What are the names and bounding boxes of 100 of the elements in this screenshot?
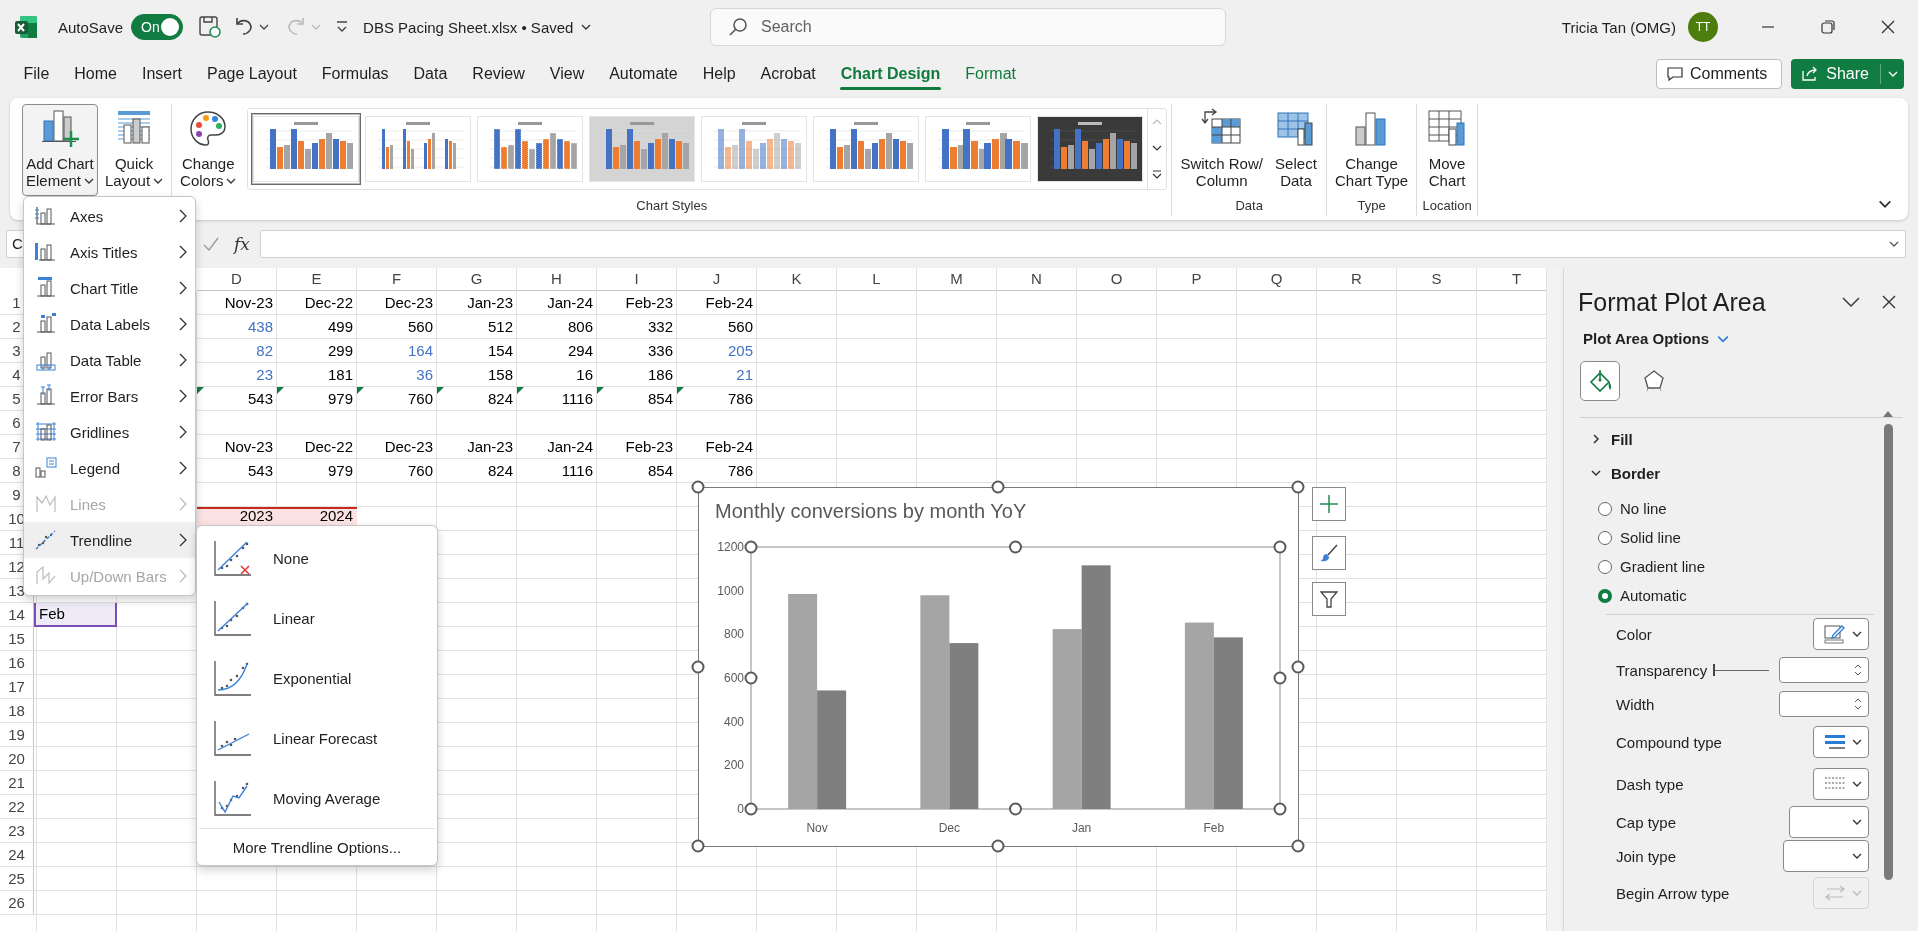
ribbon-tab[interactable]: Format [952, 56, 1029, 92]
ribbon-tab[interactable]: View [537, 56, 597, 92]
chart-styles-button[interactable] [1312, 536, 1346, 570]
vertical-scrollbar[interactable] [1546, 268, 1560, 931]
color-picker[interactable] [1813, 618, 1869, 650]
compound-type-picker[interactable] [1813, 726, 1869, 758]
resize-handle[interactable] [1273, 802, 1287, 816]
radio-circle[interactable] [1598, 530, 1612, 545]
menu-item[interactable]: Linear Forecast [197, 708, 437, 768]
ribbon-tab[interactable]: Page Layout [194, 56, 310, 92]
section-header[interactable]: Border [1564, 456, 1661, 490]
chart-style-thumbnail[interactable] [699, 113, 810, 185]
ribbon-button[interactable]: Move Chart [1421, 104, 1474, 196]
resize-handle[interactable] [991, 839, 1005, 853]
ribbon-button[interactable]: Switch Row/ Column [1176, 104, 1267, 196]
resize-handle[interactable] [1291, 839, 1305, 853]
spin-field[interactable] [1779, 691, 1869, 717]
share-button[interactable]: Share [1791, 59, 1904, 89]
radio-circle[interactable] [1598, 559, 1612, 574]
dropdown-field[interactable] [1783, 840, 1869, 872]
save-icon[interactable] [197, 14, 224, 40]
resize-handle[interactable] [991, 480, 1005, 494]
excel-logo-icon[interactable] [14, 15, 38, 39]
document-title[interactable]: DBS Pacing Sheet.xlsx • Saved [363, 18, 592, 36]
menu-item[interactable]: Axes [24, 198, 195, 234]
formula-input[interactable] [259, 230, 1906, 258]
options-dropdown[interactable]: Plot Area Options [1583, 330, 1730, 347]
ribbon-tab[interactable]: Review [459, 56, 538, 92]
ribbon-tab[interactable]: Home [61, 56, 130, 92]
chart-elements-button[interactable] [1312, 487, 1346, 521]
menu-item[interactable]: Moving Average [197, 768, 437, 828]
resize-handle[interactable] [744, 671, 758, 685]
menu-item[interactable]: Exponential [197, 648, 437, 708]
search-field[interactable]: Search [710, 8, 1226, 46]
close-icon[interactable] [1881, 20, 1895, 34]
spin-field[interactable] [1779, 657, 1869, 683]
chart-style-thumbnail[interactable] [251, 113, 362, 185]
chart-style-thumbnail[interactable] [363, 113, 474, 185]
ribbon-tab[interactable]: Data [401, 56, 460, 92]
chart-filters-button[interactable] [1312, 582, 1346, 616]
ribbon-button[interactable]: Change Colors [176, 104, 241, 196]
resize-handle[interactable] [744, 802, 758, 816]
menu-item[interactable]: Linear [197, 588, 437, 648]
scroll-down-icon[interactable] [1152, 145, 1163, 151]
ribbon-button[interactable]: Select Data [1269, 104, 1322, 196]
chart-style-thumbnail[interactable] [1035, 113, 1146, 185]
resize-handle[interactable] [744, 540, 758, 554]
menu-item[interactable]: Trendline [24, 522, 195, 558]
customize-toolbar-icon[interactable] [335, 20, 350, 34]
menu-item[interactable]: More Trendline Options... [197, 829, 437, 865]
resize-handle[interactable] [1009, 540, 1022, 554]
resize-handle[interactable] [1273, 540, 1287, 554]
bar[interactable] [817, 690, 847, 809]
radio-circle[interactable] [1598, 501, 1612, 516]
close-pane-button[interactable] [1882, 295, 1896, 309]
radio-option[interactable]: Solid line [1564, 523, 1681, 552]
check-icon[interactable] [202, 236, 220, 252]
radio-circle[interactable] [1598, 588, 1612, 603]
chart-style-thumbnail[interactable] [587, 113, 698, 185]
ribbon-button[interactable]: Change Chart Type [1330, 104, 1413, 196]
chart-style-thumbnail[interactable] [923, 113, 1034, 185]
resize-handle[interactable] [691, 660, 705, 674]
chart-title[interactable]: Monthly conversions by month YoY [715, 500, 1027, 522]
ribbon-tab[interactable]: Automate [596, 56, 691, 92]
ribbon-button[interactable]: Add Chart Element [22, 104, 99, 196]
more-styles-icon[interactable] [1152, 169, 1163, 179]
resize-handle[interactable] [691, 839, 705, 853]
user-avatar[interactable]: TT [1688, 12, 1718, 42]
ribbon-tab[interactable]: Help [690, 56, 749, 92]
bar[interactable] [949, 643, 979, 809]
radio-option[interactable]: Gradient line [1564, 552, 1706, 581]
ribbon-tab[interactable]: Insert [129, 56, 195, 92]
resize-handle[interactable] [1009, 802, 1022, 816]
comments-button[interactable]: Comments [1655, 59, 1783, 89]
radio-option[interactable]: No line [1564, 494, 1667, 523]
resize-handle[interactable] [691, 480, 705, 494]
radio-option[interactable]: Automatic [1564, 581, 1687, 610]
dropdown-field[interactable] [1789, 806, 1869, 838]
restore-icon[interactable] [1821, 20, 1835, 34]
autosave-toggle[interactable]: On [131, 14, 184, 40]
insert-function-button[interactable]: fx [234, 234, 250, 254]
resize-handle[interactable] [1273, 671, 1287, 685]
chart-style-thumbnail[interactable] [811, 113, 922, 185]
ribbon-tab[interactable]: Acrobat [748, 56, 829, 92]
transparency-slider[interactable] [1713, 664, 1769, 676]
pane-options-button[interactable] [1842, 297, 1860, 307]
ribbon-button[interactable]: Quick Layout [101, 104, 168, 196]
ribbon-tab[interactable]: Formulas [309, 56, 402, 92]
chart-style-thumbnail[interactable] [475, 113, 586, 185]
resize-handle[interactable] [1291, 660, 1305, 674]
ribbon-tab[interactable]: File [11, 56, 62, 92]
menu-item[interactable]: Axis Titles [24, 234, 195, 270]
pane-tab[interactable] [1580, 361, 1620, 401]
plot-area[interactable] [750, 546, 1281, 810]
dash-type-picker[interactable] [1813, 768, 1869, 800]
section-header[interactable]: Fill [1564, 422, 1633, 456]
scrollbar-thumb[interactable] [1883, 424, 1893, 880]
menu-item[interactable]: None [197, 528, 437, 588]
resize-handle[interactable] [1291, 480, 1305, 494]
ribbon-tab[interactable]: Chart Design [828, 56, 953, 92]
